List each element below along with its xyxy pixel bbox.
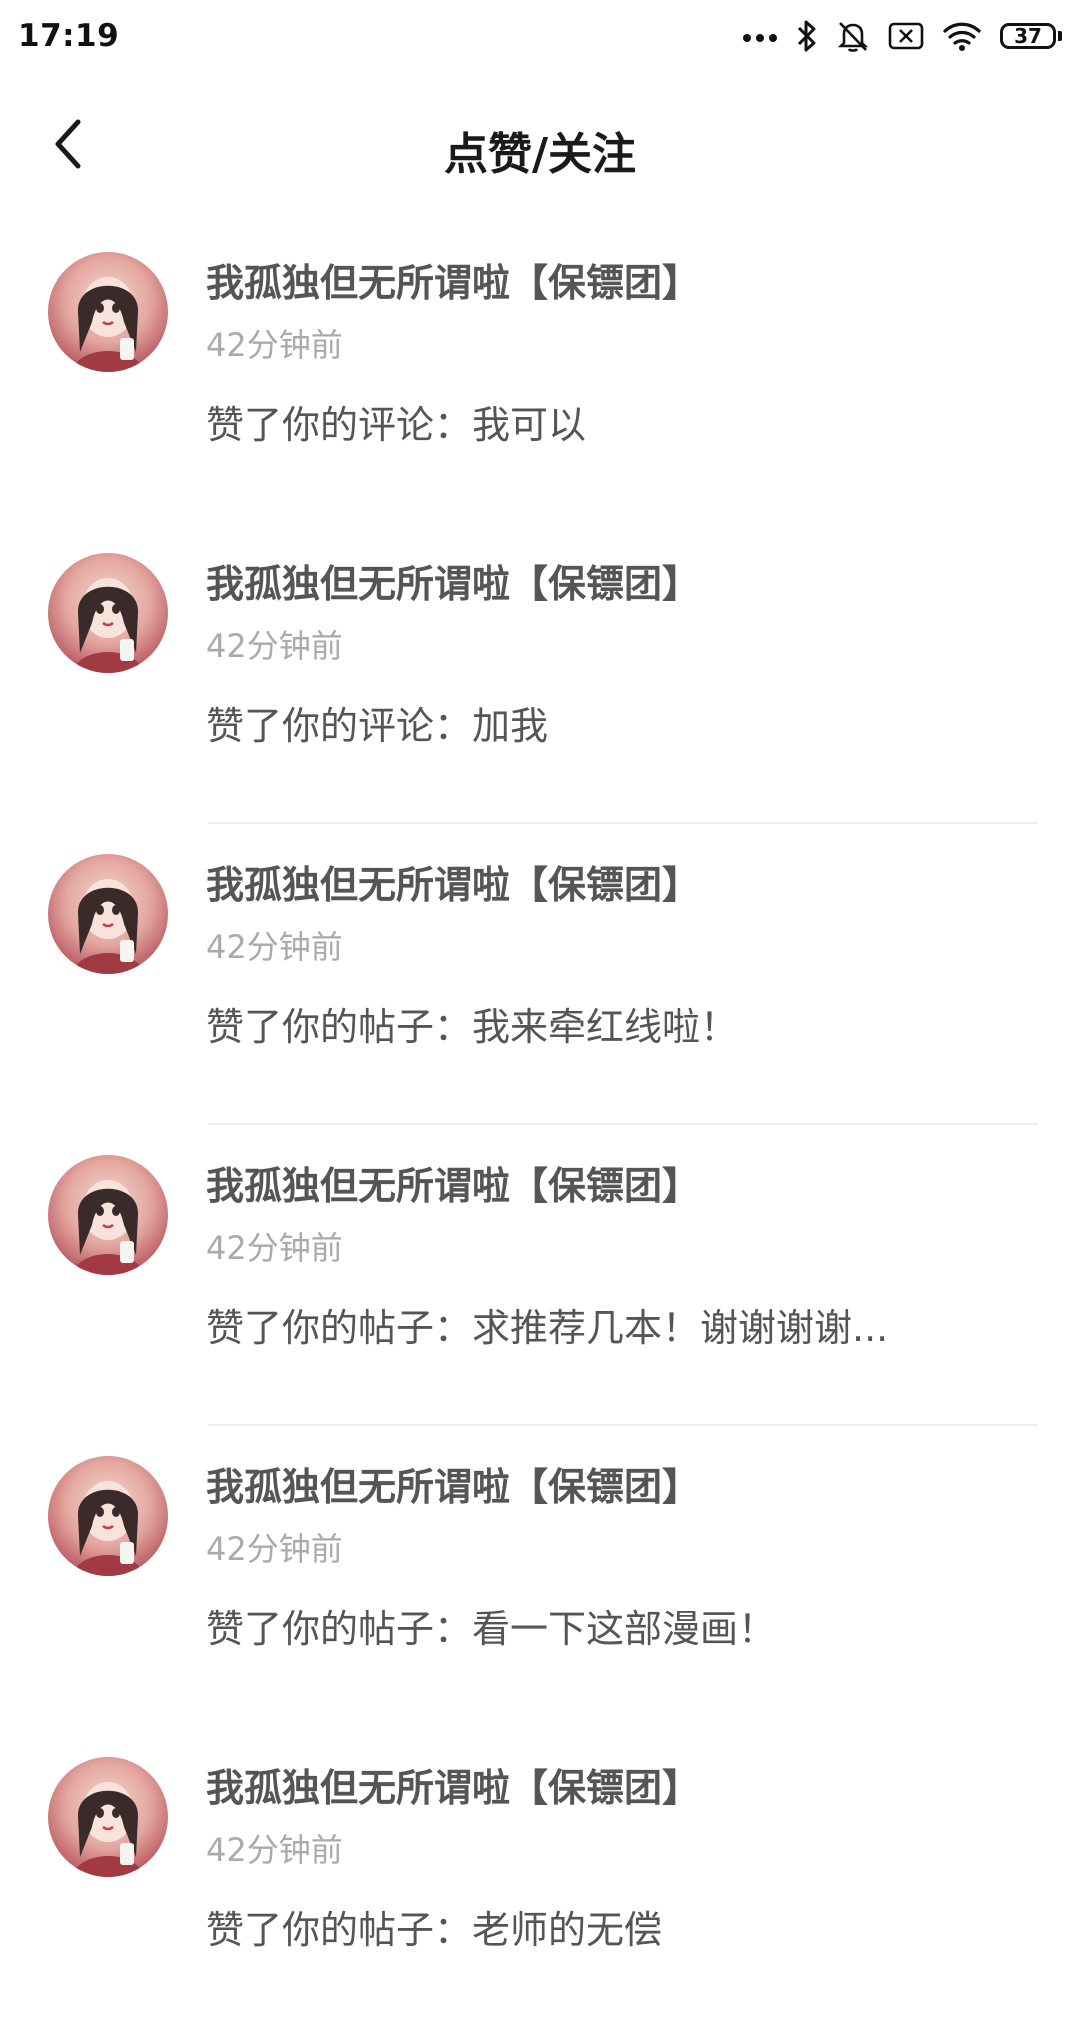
avatar[interactable] (48, 553, 168, 673)
avatar[interactable] (48, 854, 168, 974)
header: 点赞/关注 (0, 72, 1080, 222)
notification-text[interactable]: 赞了你的帖子：老师的无偿 (206, 1899, 662, 1954)
notification-item[interactable]: 我孤独但无所谓啦【保镖团】 42分钟前 赞了你的帖子：看一下这部漫画！ (0, 1426, 1080, 1727)
notification-item[interactable]: 我孤独但无所谓啦【保镖团】 42分钟前 赞了你的帖子：我来牵红线啦！ (0, 824, 1080, 1125)
notification-text[interactable]: 赞了你的帖子：我来牵红线啦！ (206, 996, 738, 1051)
bluetooth-icon (796, 19, 818, 53)
notification-list: 我孤独但无所谓啦【保镖团】 42分钟前 赞了你的评论：我可以 我孤独但无所谓啦【… (0, 222, 1080, 2028)
avatar[interactable] (48, 1155, 168, 1275)
notification-time: 42分钟前 (206, 326, 343, 364)
battery-icon: 37 (1000, 23, 1062, 49)
notification-text[interactable]: 赞了你的评论：加我 (206, 695, 548, 750)
notification-item[interactable]: 我孤独但无所谓啦【保镖团】 42分钟前 赞了你的评论：加我 (0, 523, 1080, 824)
status-time: 17:19 (18, 18, 120, 54)
notification-text[interactable]: 赞了你的帖子：看一下这部漫画！ (206, 1598, 776, 1653)
notification-username[interactable]: 我孤独但无所谓啦【保镖团】 (206, 252, 700, 307)
notification-username[interactable]: 我孤独但无所谓啦【保镖团】 (206, 1456, 700, 1511)
bell-muted-icon (836, 19, 870, 53)
notification-item[interactable]: 我孤独但无所谓啦【保镖团】 42分钟前 赞了你的帖子：老师的无偿 (0, 1727, 1080, 2028)
notification-time: 42分钟前 (206, 627, 343, 665)
notification-time: 42分钟前 (206, 1229, 343, 1267)
notification-item[interactable]: 我孤独但无所谓啦【保镖团】 42分钟前 赞了你的评论：我可以 (0, 222, 1080, 523)
notification-username[interactable]: 我孤独但无所谓啦【保镖团】 (206, 1155, 700, 1210)
status-bar: 17:19 37 (0, 0, 1080, 72)
battery-level: 37 (1000, 23, 1056, 49)
notification-username[interactable]: 我孤独但无所谓啦【保镖团】 (206, 854, 700, 909)
notification-username[interactable]: 我孤独但无所谓啦【保镖团】 (206, 553, 700, 608)
notification-username[interactable]: 我孤独但无所谓啦【保镖团】 (206, 1757, 700, 1812)
notification-item[interactable]: 我孤独但无所谓啦【保镖团】 42分钟前 赞了你的帖子：求推荐几本！谢谢谢谢... (0, 1125, 1080, 1426)
notification-text[interactable]: 赞了你的评论：我可以 (206, 394, 586, 449)
status-icons: 37 (742, 19, 1062, 53)
avatar[interactable] (48, 252, 168, 372)
notification-time: 42分钟前 (206, 1831, 343, 1869)
avatar[interactable] (48, 1456, 168, 1576)
notification-text[interactable]: 赞了你的帖子：求推荐几本！谢谢谢谢... (206, 1297, 888, 1352)
notification-time: 42分钟前 (206, 1530, 343, 1568)
more-dots-icon (742, 30, 778, 42)
notification-time: 42分钟前 (206, 928, 343, 966)
sim-off-icon (888, 21, 924, 51)
wifi-icon (942, 20, 982, 52)
avatar[interactable] (48, 1757, 168, 1877)
page-title: 点赞/关注 (443, 129, 637, 180)
